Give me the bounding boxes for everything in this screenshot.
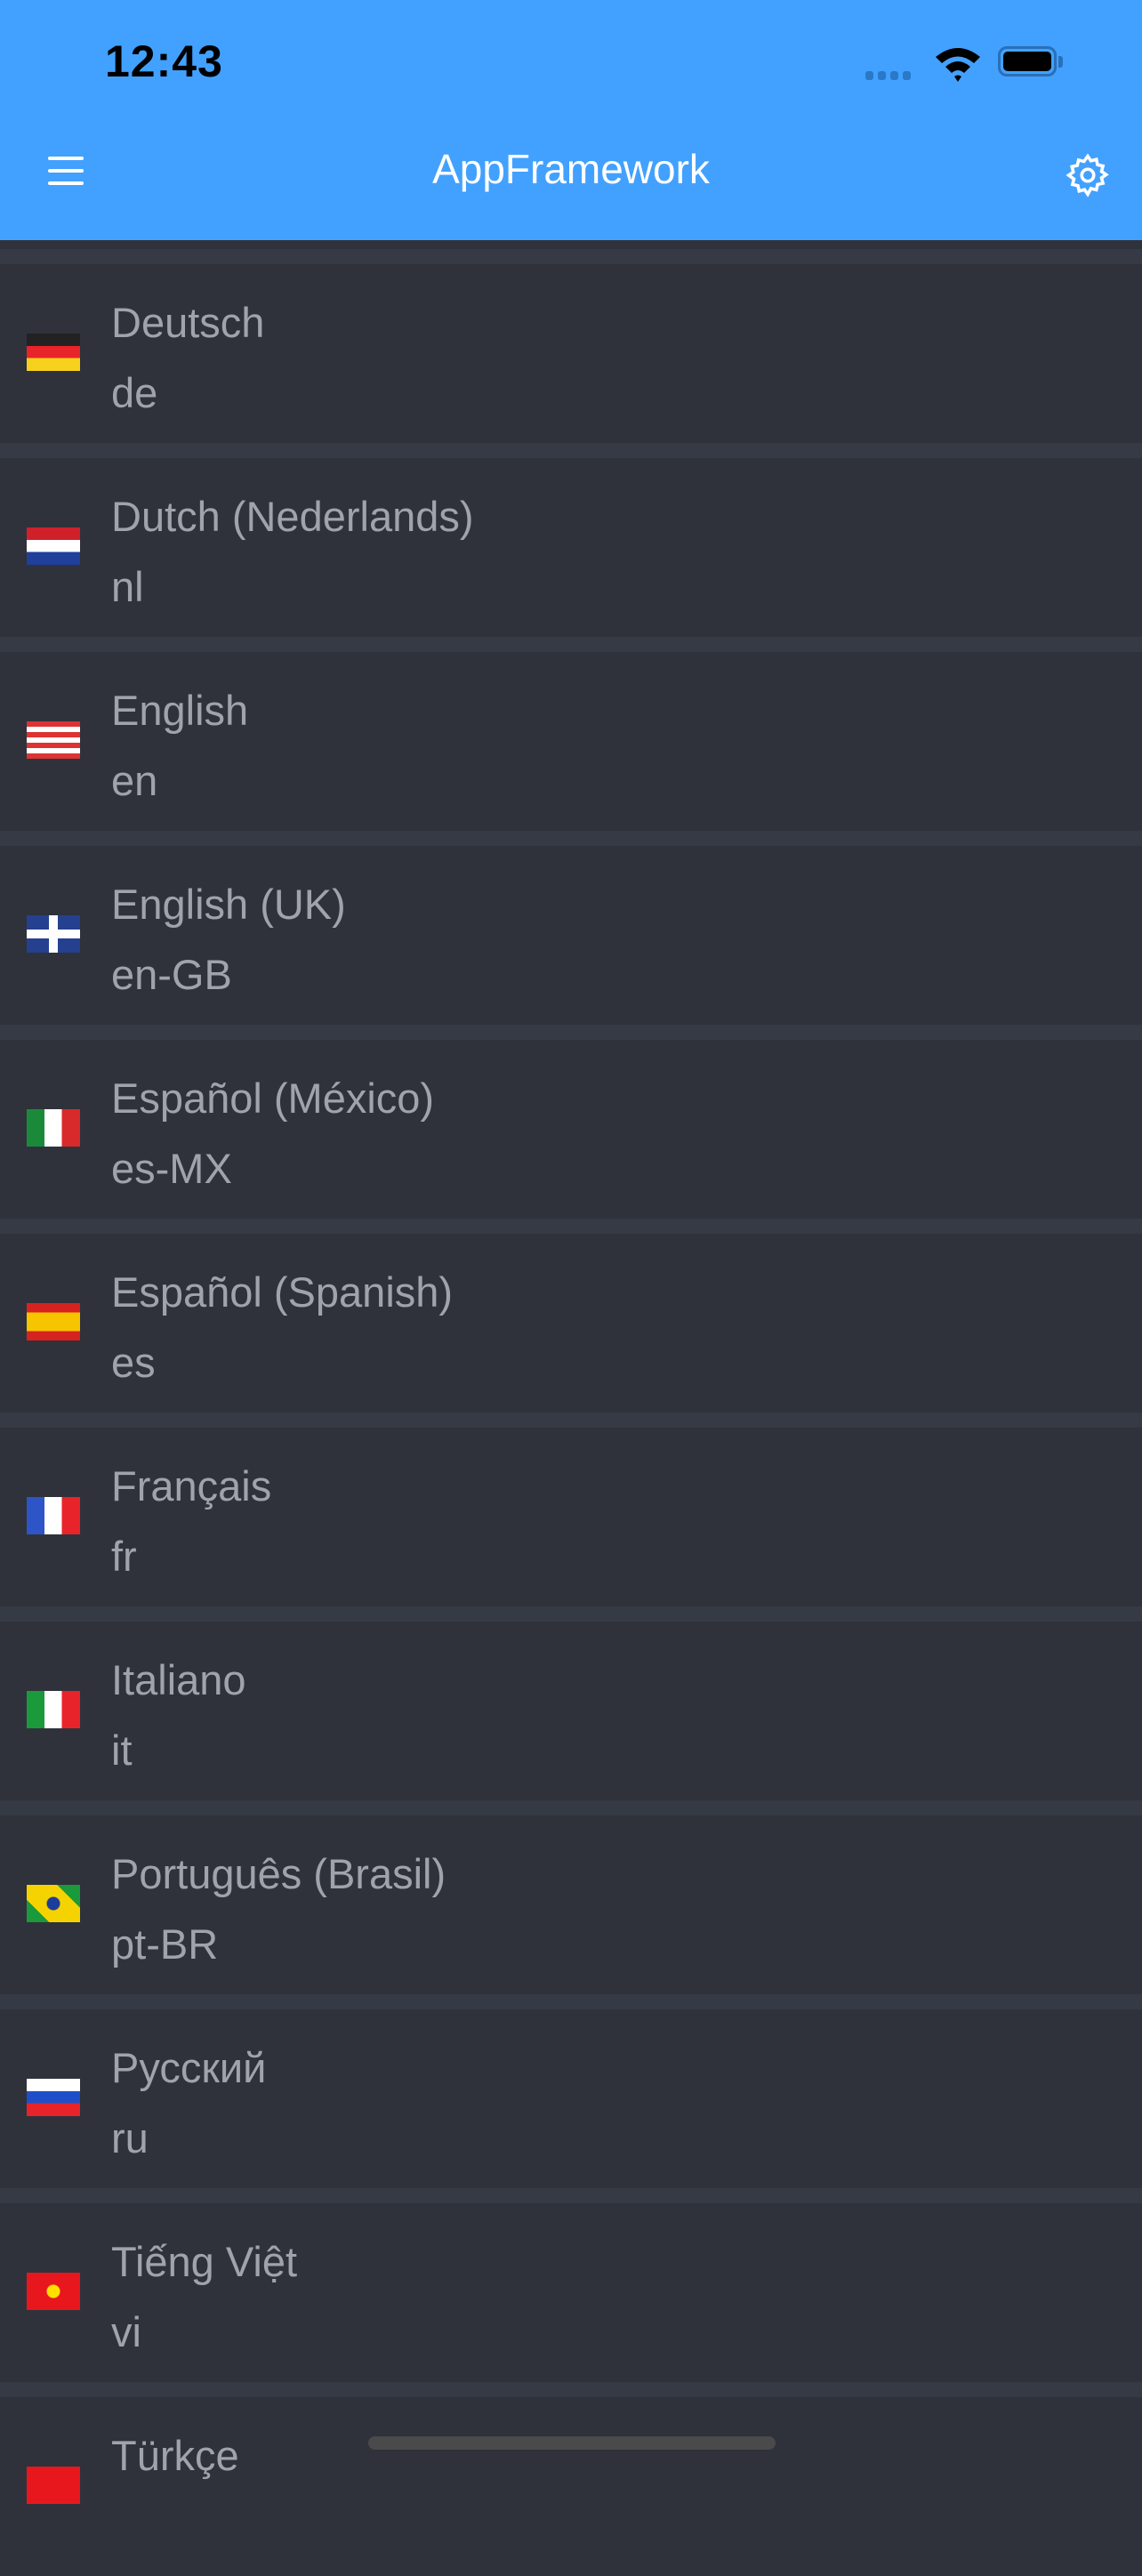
language-row-en[interactable]: English en: [0, 637, 1142, 831]
language-name: Español (Spanish): [111, 1268, 454, 1316]
home-indicator[interactable]: [368, 2436, 776, 2450]
language-name: English: [111, 687, 249, 734]
language-code: es-MX: [111, 1145, 232, 1192]
language-name: English (UK): [111, 881, 346, 928]
language-name: Türkçe: [111, 2432, 239, 2479]
brazil-flag-icon: [27, 1885, 80, 1922]
netherlands-flag-icon: [27, 527, 80, 565]
wifi-icon: [936, 48, 980, 82]
language-name: Español (México): [111, 1075, 435, 1122]
status-time: 12:43: [105, 36, 223, 86]
usa-flag-icon: [27, 721, 80, 759]
russia-flag-icon: [27, 2079, 80, 2116]
language-row-de[interactable]: Deutsch de: [0, 249, 1142, 443]
language-name: Русский: [111, 2044, 267, 2091]
language-name: Dutch (Nederlands): [111, 493, 474, 540]
language-name: Italiano: [111, 1656, 246, 1703]
language-row-fr[interactable]: Français fr: [0, 1413, 1142, 1606]
france-flag-icon: [27, 1497, 80, 1534]
language-row-ru[interactable]: Русский ru: [0, 1994, 1142, 2188]
language-code: vi: [111, 2308, 141, 2355]
language-code: it: [111, 1727, 133, 1774]
uk-flag-icon: [27, 915, 80, 953]
language-code: ru: [111, 2114, 149, 2161]
language-name: Tiếng Việt: [111, 2238, 298, 2285]
cellular-signal-icon: [865, 71, 911, 80]
language-row-turkey[interactable]: Türkçe: [0, 2382, 1142, 2576]
language-code: pt-BR: [111, 1920, 219, 1968]
language-name: Português (Brasil): [111, 1850, 446, 1897]
vietnam-flag-icon: [27, 2273, 80, 2310]
spain-flag-icon: [27, 1303, 80, 1340]
turkey-flag-icon: [27, 2467, 80, 2504]
language-row-nl[interactable]: Dutch (Nederlands) nl: [0, 443, 1142, 637]
language-code: fr: [111, 1533, 137, 1580]
gear-icon[interactable]: [1064, 151, 1112, 199]
app-header: 12:43 AppFramework: [0, 0, 1142, 240]
language-name: Français: [111, 1462, 272, 1509]
language-code: es: [111, 1339, 156, 1386]
battery-icon: [998, 46, 1057, 76]
battery-tip: [1058, 56, 1063, 68]
language-list: Deutsch de Dutch (Nederlands) nl English en En…: [0, 240, 1142, 2576]
language-code: nl: [111, 563, 144, 610]
germany-flag-icon: [27, 334, 80, 371]
language-row-pt-BR[interactable]: Português (Brasil) pt-BR: [0, 1800, 1142, 1994]
page-title: AppFramework: [432, 146, 710, 192]
language-code: de: [111, 369, 158, 416]
language-row-vi[interactable]: Tiếng Việt vi: [0, 2188, 1142, 2382]
language-name: Deutsch: [111, 299, 265, 346]
mexico-flag-icon: [27, 1109, 80, 1147]
language-code: en-GB: [111, 951, 232, 998]
language-row-it[interactable]: Italiano it: [0, 1606, 1142, 1800]
language-row-en-GB[interactable]: English (UK) en-GB: [0, 831, 1142, 1025]
language-row-es-MX[interactable]: Español (México) es-MX: [0, 1025, 1142, 1219]
language-row-es[interactable]: Español (Spanish) es: [0, 1219, 1142, 1413]
italy-flag-icon: [27, 1691, 80, 1728]
language-code: en: [111, 757, 158, 804]
